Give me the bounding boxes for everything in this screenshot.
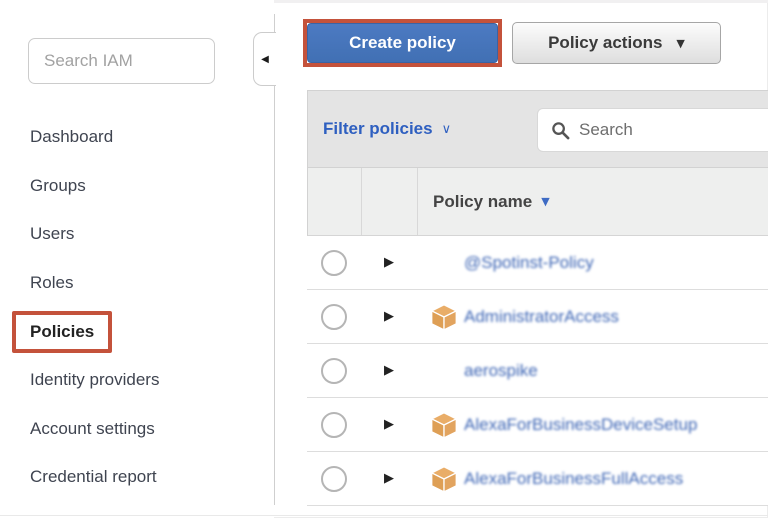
policy-name-link[interactable]: @Spotinst-Policy (464, 253, 594, 273)
sort-descending-icon: ▼ (541, 195, 549, 208)
filter-policies-label: Filter policies (323, 119, 433, 139)
table-row: ▶ AdministratorAccess (307, 290, 768, 344)
chevron-down-icon: ▼ (676, 37, 684, 50)
table-row: ▶ @Spotinst-Policy (307, 236, 768, 290)
policy-search-box (537, 108, 768, 152)
sidebar-item-label: Dashboard (30, 127, 113, 147)
policy-name-link[interactable]: AlexaForBusinessFullAccess (464, 469, 683, 489)
row-radio-button[interactable] (321, 358, 347, 384)
policy-name-link[interactable]: AdministratorAccess (464, 307, 619, 327)
search-icon (551, 121, 570, 140)
sidebar-item-groups[interactable]: Groups (0, 162, 274, 211)
create-policy-button[interactable]: Create policy (307, 23, 498, 63)
table-header: Policy name ▼ (307, 168, 768, 236)
sidebar-item-identity-providers[interactable]: Identity providers (0, 356, 274, 405)
aws-managed-policy-icon (430, 465, 458, 493)
policy-name-header-label: Policy name (433, 192, 532, 212)
sidebar-item-label: Identity providers (30, 370, 159, 390)
sidebar-item-label: Account settings (30, 419, 155, 439)
sidebar-item-credential-report[interactable]: Credential report (0, 453, 274, 502)
policy-actions-label: Policy actions (548, 33, 662, 53)
sidebar-collapse-handle[interactable]: ◀ (253, 32, 276, 86)
sidebar-item-users[interactable]: Users (0, 210, 274, 259)
aws-managed-policy-icon (430, 411, 458, 439)
filter-bar: Filter policies ∨ (307, 90, 768, 168)
sidebar-item-label: Roles (30, 273, 73, 293)
row-radio-button[interactable] (321, 250, 347, 276)
sidebar: Dashboard Groups Users Roles Policies Id… (0, 0, 274, 518)
row-expand-arrow-icon[interactable]: ▶ (384, 363, 394, 378)
sidebar-item-policies[interactable]: Policies (0, 307, 274, 356)
table-row: ▶ AlexaForBusinessFullAccess (307, 452, 768, 506)
row-expand-arrow-icon[interactable]: ▶ (384, 255, 394, 270)
aws-managed-policy-icon (430, 303, 458, 331)
row-expand-arrow-icon[interactable]: ▶ (384, 309, 394, 324)
policy-actions-button[interactable]: Policy actions ▼ (512, 22, 721, 64)
row-radio-button[interactable] (321, 304, 347, 330)
sidebar-item-label: Policies (12, 311, 112, 353)
column-header-policy-name[interactable]: Policy name ▼ (418, 168, 550, 235)
sidebar-divider (274, 14, 275, 505)
row-expand-arrow-icon[interactable]: ▶ (384, 417, 394, 432)
sidebar-item-label: Groups (30, 176, 86, 196)
policy-name-link[interactable]: aerospike (464, 361, 538, 381)
table-row: ▶ AlexaForBusinessDeviceSetup (307, 398, 768, 452)
policy-name-link[interactable]: AlexaForBusinessDeviceSetup (464, 415, 697, 435)
table-row: ▶ aerospike (307, 344, 768, 398)
sidebar-item-label: Users (30, 224, 74, 244)
sidebar-item-dashboard[interactable]: Dashboard (0, 113, 274, 162)
window-chrome-edge (0, 515, 768, 516)
policy-rows: ▶ @Spotinst-Policy ▶ AdministratorAccess (307, 236, 768, 506)
filter-policies-dropdown[interactable]: Filter policies ∨ (323, 91, 451, 167)
sidebar-nav: Dashboard Groups Users Roles Policies Id… (0, 113, 274, 502)
row-expand-arrow-icon[interactable]: ▶ (384, 471, 394, 486)
annotation-box-create-policy: Create policy (303, 19, 502, 67)
collapse-left-icon: ◀ (261, 54, 269, 65)
row-radio-button[interactable] (321, 412, 347, 438)
row-radio-button[interactable] (321, 466, 347, 492)
policy-search-input[interactable] (579, 120, 768, 140)
sidebar-item-roles[interactable]: Roles (0, 259, 274, 308)
sidebar-item-account-settings[interactable]: Account settings (0, 405, 274, 454)
iam-search-input[interactable] (28, 38, 215, 84)
iam-console: Dashboard Groups Users Roles Policies Id… (0, 0, 768, 518)
chevron-down-icon: ∨ (442, 122, 452, 137)
header-select-column (308, 168, 362, 235)
header-expand-column (362, 168, 418, 235)
sidebar-item-label: Credential report (30, 467, 157, 487)
